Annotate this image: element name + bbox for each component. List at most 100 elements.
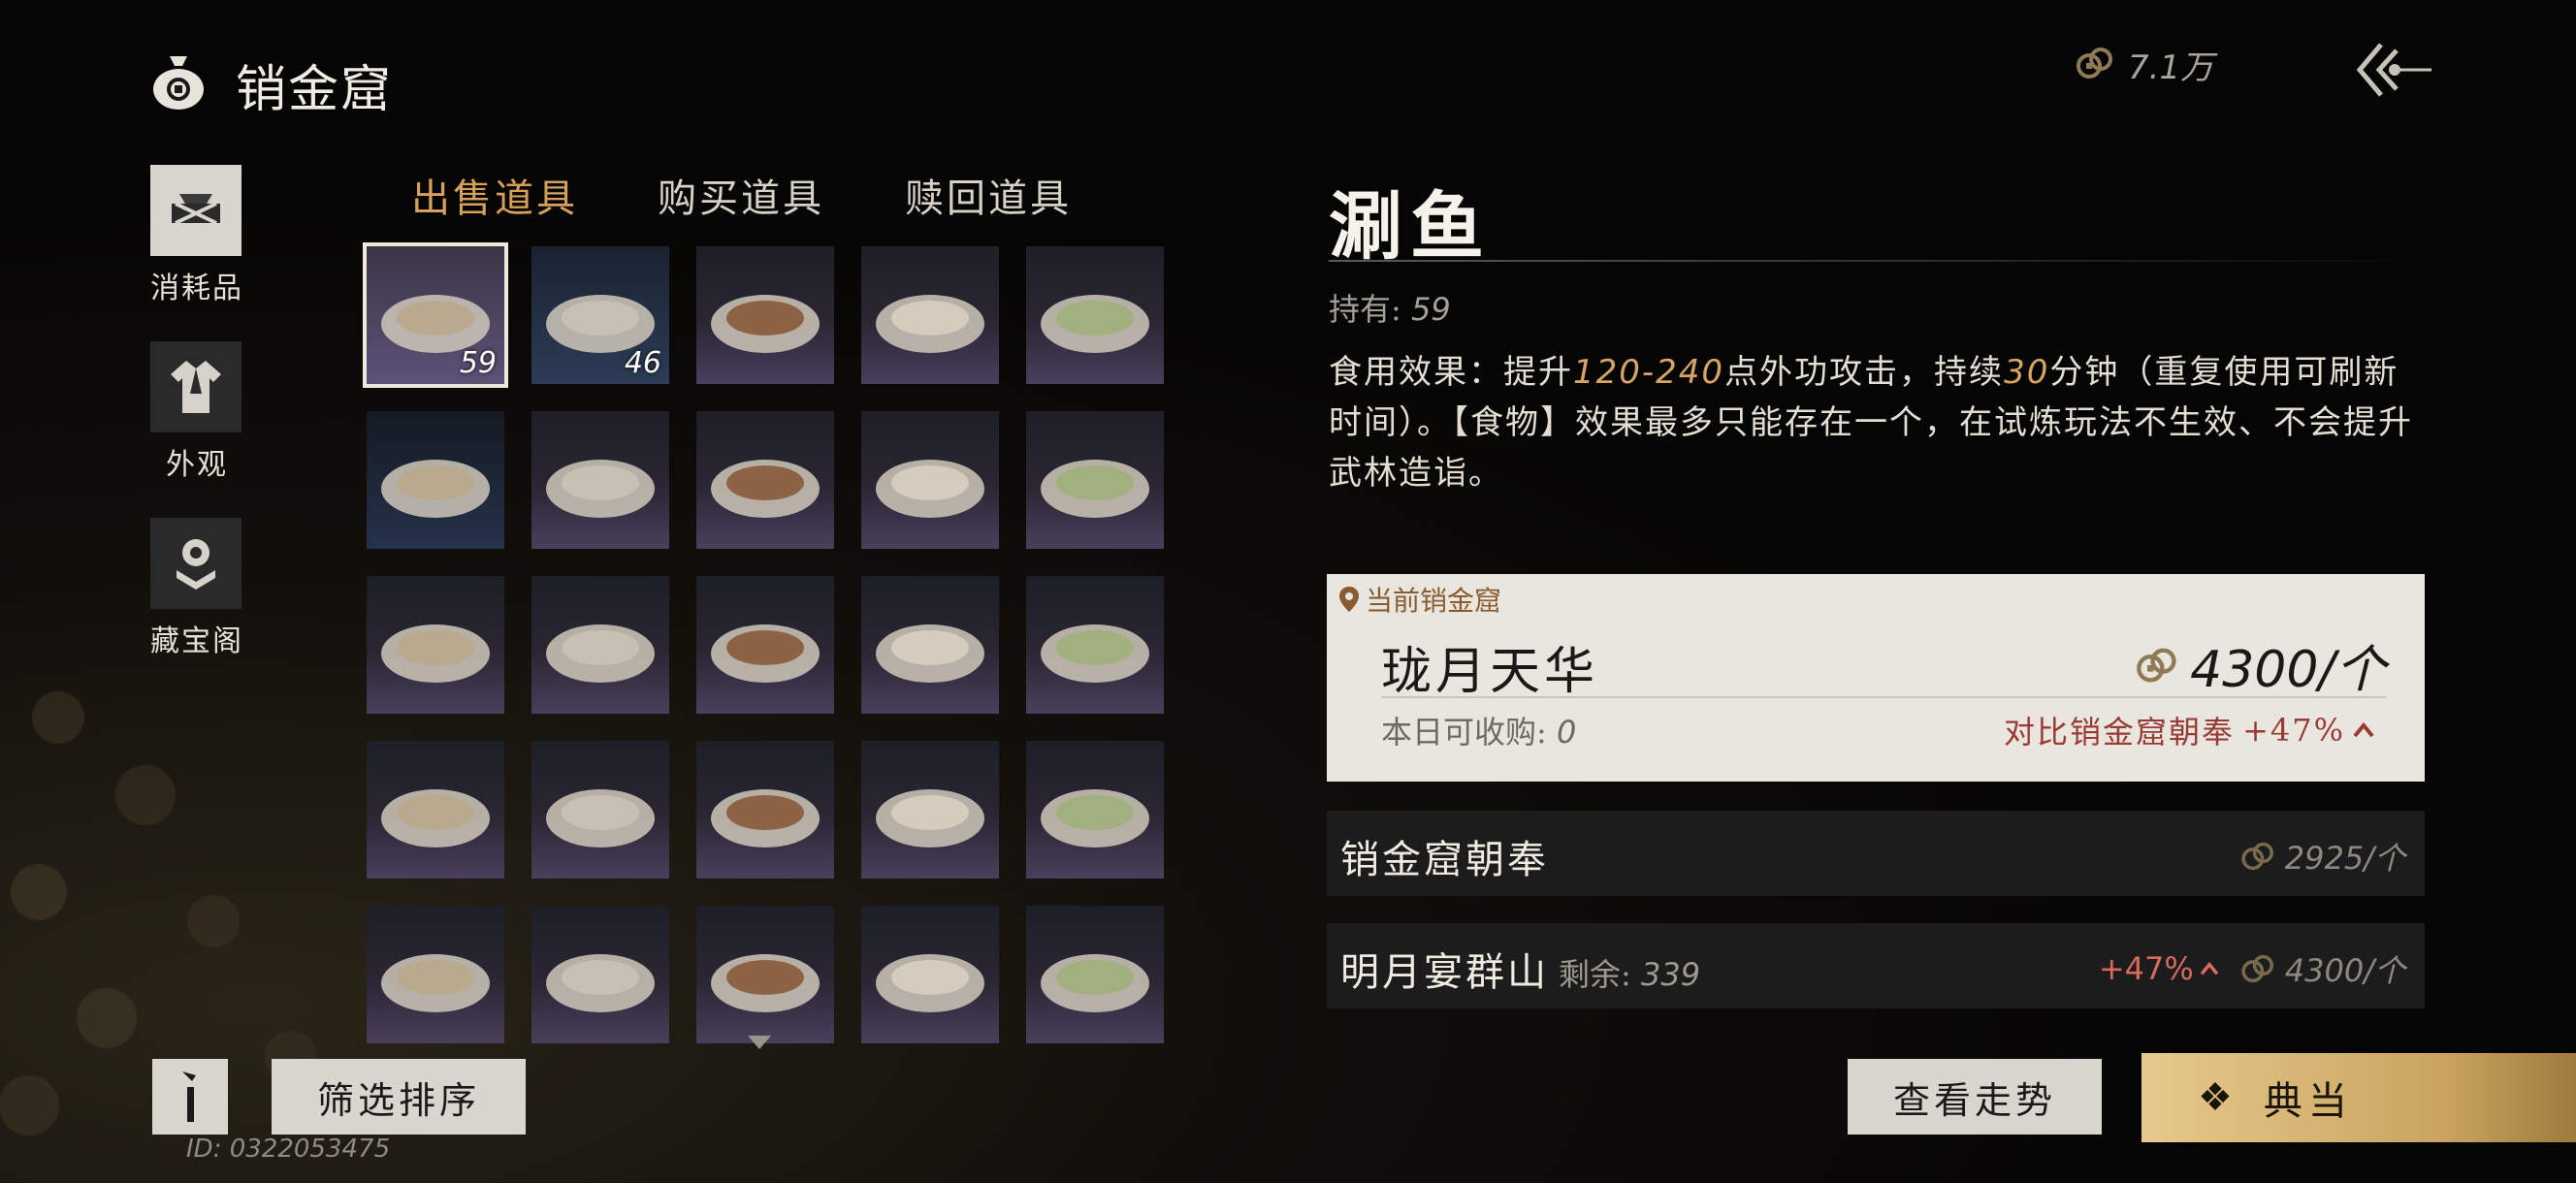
desc-range: 120-240 [1573,353,1725,392]
treasure-icon [150,518,242,609]
current-market-price: 4300/个 [2136,628,2386,701]
category-consumables[interactable]: 消耗品 [150,165,243,306]
item-name: 涮鱼 [1329,183,1492,270]
item-slot[interactable]: 59 [363,242,508,388]
rice-ball-icon [876,954,984,1012]
item-slot[interactable] [531,906,669,1043]
market-name: 销金窟朝奉 [1340,828,1549,884]
compare-label: 对比销金窟朝奉 [2004,714,2236,751]
steamed-buns-icon [711,624,820,683]
item-slot[interactable] [861,411,999,549]
filter-sort-button[interactable]: 筛选排序 [272,1059,526,1135]
roasted-meat-icon [711,295,820,353]
up-arrow-icon [2353,722,2374,738]
item-slot[interactable] [1026,411,1164,549]
user-id: ID: 0322053475 [186,1135,391,1164]
congee-bowl-icon [546,624,655,683]
stock-remaining: 剩余: 339 [1559,956,1700,993]
wonton-bowl-icon [1041,954,1149,1012]
item-slot[interactable] [696,576,834,714]
stock-value: 339 [1640,956,1701,993]
current-market-card[interactable]: 当前销金窟 珑月天华 4300/个 本日可收购: 0 对比销金窟朝奉 +47% [1327,574,2425,782]
scroll-down-indicator-icon[interactable] [748,1036,771,1049]
item-slot[interactable] [531,411,669,549]
egg-dish-icon [876,295,984,353]
category-label: 消耗品 [150,272,243,305]
dumpling-bowl-icon [711,789,820,847]
coin-icon [2076,47,2116,83]
item-slot[interactable] [531,741,669,879]
item-slot[interactable] [861,906,999,1043]
market-name-text: 明月宴群山 [1340,950,1549,995]
item-slot[interactable] [1026,576,1164,714]
item-grid: 59 46 [363,242,1164,1043]
category-label: 藏宝阁 [150,624,243,658]
item-slot[interactable] [1026,741,1164,879]
price-change: +47% [2099,950,2219,987]
item-slot[interactable] [1026,246,1164,384]
today-label: 本日可收购: [1381,714,1557,751]
desc-minutes: 30 [2004,353,2050,392]
pct-value: +47% [2098,950,2194,987]
held-value: 59 [1410,291,1451,328]
item-slot[interactable] [861,246,999,384]
held-count: 持有: 59 [1329,285,1451,330]
location-pin-icon [1339,587,1359,612]
item-slot[interactable] [696,906,834,1043]
item-slot[interactable] [367,906,504,1043]
item-count: 46 [624,346,661,380]
market-price: 2925/个 [2240,834,2405,879]
vegetable-plate-icon [381,954,490,1012]
market-name-text: 销金窟朝奉 [1340,838,1549,882]
item-slot[interactable] [1026,906,1164,1043]
info-icon [182,1071,196,1122]
page-title: 销金窟 [236,61,394,119]
today-buy-limit: 本日可收购: 0 [1381,708,1576,752]
market-row[interactable]: 明月宴群山 剩余: 339 +47% 4300/个 [1327,923,2425,1008]
coin-icon [2241,842,2273,871]
market-price: +47% 4300/个 [2099,946,2405,991]
item-slot[interactable] [696,246,834,384]
soup-bowl-icon [381,624,490,683]
category-appearance[interactable]: 外观 [150,341,243,483]
market-row[interactable]: 销金窟朝奉 2925/个 [1327,811,2425,896]
back-button[interactable] [2352,39,2433,101]
category-label: 外观 [166,448,228,482]
item-slot[interactable] [861,741,999,879]
info-button[interactable] [152,1059,228,1135]
tab-redeem-items[interactable]: 赎回道具 [905,167,1072,223]
item-slot[interactable] [861,576,999,714]
robe-icon [150,341,242,432]
coin-icon [2137,647,2176,683]
current-market-tag-label: 当前销金窟 [1366,585,1502,617]
market-name: 明月宴群山 剩余: 339 [1340,941,1700,997]
item-slot[interactable] [696,741,834,879]
category-treasure-pavilion[interactable]: 藏宝阁 [150,518,243,659]
item-count: 59 [459,346,497,380]
tab-sell-items[interactable]: 出售道具 [411,167,578,223]
item-slot[interactable]: 46 [531,246,669,384]
stir-fry-plate-icon [876,460,984,518]
wine-jar-icon [711,954,820,1012]
diamond-icon: ❖ [2198,1075,2238,1120]
today-value: 0 [1556,714,1577,751]
item-slot[interactable] [367,576,504,714]
view-trend-button[interactable]: 查看走势 [1848,1059,2102,1135]
consumables-icon [150,165,242,256]
green-drink-glass-icon [876,624,984,683]
item-slot[interactable] [367,741,504,879]
item-slot[interactable] [531,576,669,714]
currency-display: 7.1万 [2076,41,2213,88]
green-tea-bowl-icon [546,789,655,847]
shaved-ice-icon [1041,624,1149,683]
current-market-tag: 当前销金窟 [1338,580,1501,619]
stock-label: 剩余: [1559,956,1641,993]
fish-plate-icon [381,460,490,518]
item-slot[interactable] [367,411,504,549]
compare-pct: +47% [2242,712,2345,749]
braised-meat-bowl-icon [546,460,655,518]
tab-buy-items[interactable]: 购买道具 [658,167,824,223]
pawn-button[interactable]: ❖ 典当 [2141,1053,2576,1142]
item-slot[interactable] [696,411,834,549]
cucumber-plate-icon [1041,295,1149,353]
